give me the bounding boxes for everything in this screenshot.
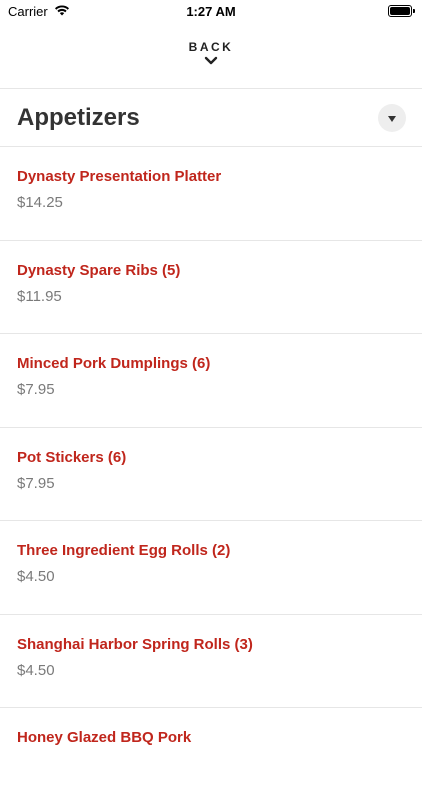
menu-item-price: $11.95 bbox=[17, 287, 62, 305]
menu-item[interactable]: Shanghai Harbor Spring Rolls (3) $4.50 bbox=[0, 613, 422, 708]
back-label: BACK bbox=[188, 40, 234, 54]
menu-item[interactable]: Dynasty Presentation Platter $14.25 bbox=[0, 146, 422, 240]
battery-level bbox=[390, 7, 410, 15]
menu-item[interactable]: Pot Stickers (6) $7.95 bbox=[0, 426, 422, 521]
status-time: 1:27 AM bbox=[186, 4, 236, 19]
menu-item-name: Pot Stickers (6) bbox=[17, 448, 127, 466]
header-divider bbox=[0, 88, 422, 89]
menu-item-name: Dynasty Presentation Platter bbox=[17, 168, 222, 185]
menu-item[interactable]: Honey Glazed BBQ Pork bbox=[0, 707, 422, 801]
menu-item[interactable]: Three Ingredient Egg Rolls (2) $4.50 bbox=[0, 520, 422, 614]
menu-item-price: $7.95 bbox=[17, 381, 55, 398]
menu-item-name: Honey Glazed BBQ Pork bbox=[17, 729, 192, 746]
menu-item[interactable]: Dynasty Spare Ribs (5) $11.95 bbox=[0, 239, 422, 334]
menu-item-name: Dynasty Spare Ribs (5) bbox=[17, 261, 181, 279]
section-header: Appetizers bbox=[0, 90, 422, 146]
menu-item-price: $4.50 bbox=[17, 568, 55, 585]
section-title: Appetizers bbox=[17, 104, 140, 131]
battery-icon bbox=[388, 5, 415, 17]
menu-item-price: $4.50 bbox=[17, 661, 55, 679]
caret-down-icon bbox=[388, 109, 396, 127]
category-dropdown-button[interactable] bbox=[378, 104, 406, 132]
menu-item[interactable]: Minced Pork Dumplings (6) $7.95 bbox=[0, 333, 422, 427]
menu-item-list: Dynasty Presentation Platter $14.25 Dyna… bbox=[0, 146, 422, 801]
menu-item-name: Minced Pork Dumplings (6) bbox=[17, 355, 211, 372]
menu-item-name: Shanghai Harbor Spring Rolls (3) bbox=[17, 635, 253, 653]
menu-item-price: $14.25 bbox=[17, 194, 63, 211]
menu-item-price: $7.95 bbox=[17, 474, 55, 492]
chevron-down-icon bbox=[204, 56, 218, 65]
menu-item-name: Three Ingredient Egg Rolls (2) bbox=[17, 542, 231, 559]
status-bar: Carrier 1:27 AM bbox=[0, 0, 422, 24]
back-button[interactable]: BACK bbox=[0, 40, 422, 80]
